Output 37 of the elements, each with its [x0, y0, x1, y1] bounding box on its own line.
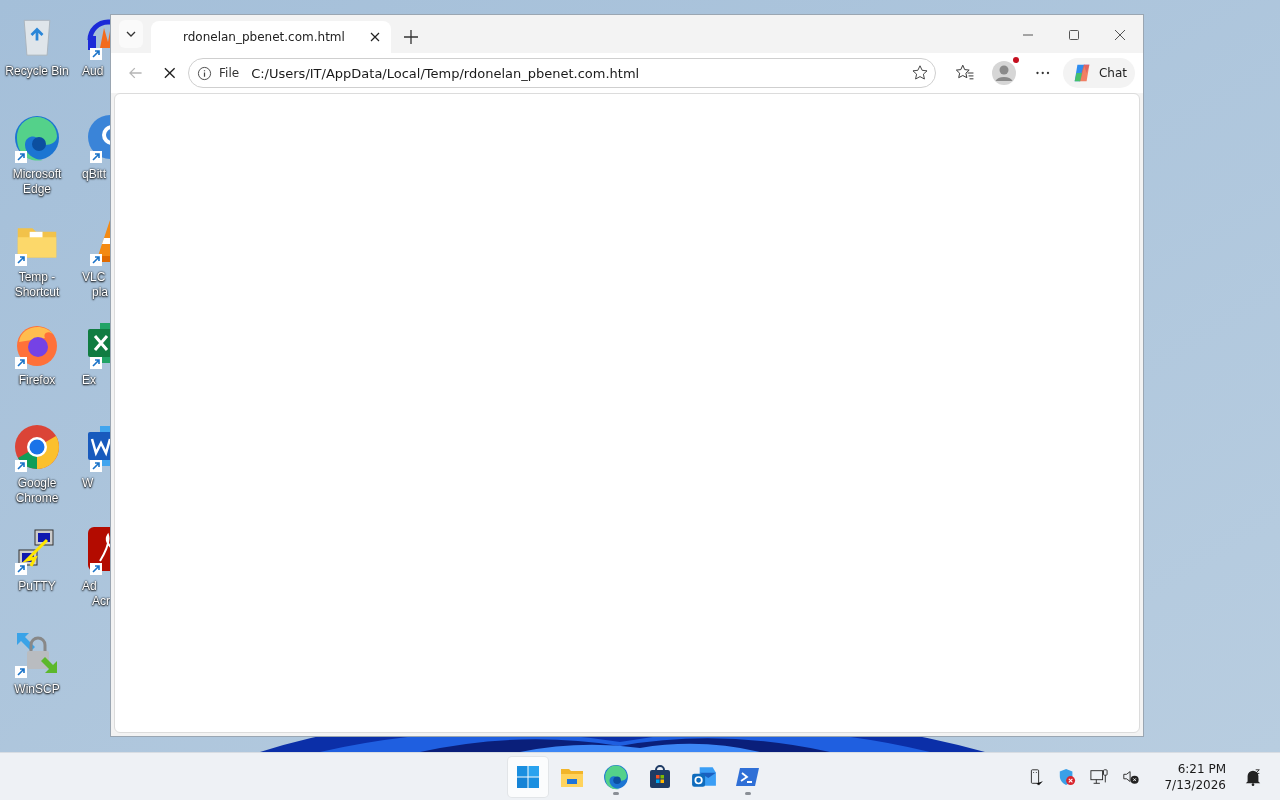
running-indicator	[613, 792, 619, 795]
desktop-shortcut-label[interactable]: Acr	[92, 594, 110, 609]
desktop-shortcut[interactable]: Google Chrome	[0, 422, 74, 525]
avatar-icon	[992, 61, 1017, 85]
close-icon[interactable]	[369, 31, 381, 43]
desktop-shortcut-label[interactable]: pla	[92, 285, 108, 300]
bell-icon[interactable]	[1244, 767, 1262, 786]
desktop-shortcut[interactable]: Microsoft Edge	[0, 113, 74, 216]
info-icon[interactable]	[197, 65, 213, 81]
clock[interactable]: 6:21 PM 7/13/2026	[1164, 760, 1226, 793]
desktop-shortcut[interactable]: WinSCP	[0, 628, 74, 731]
shield-warning-icon[interactable]	[1058, 767, 1077, 786]
desktop-shortcut[interactable]: Firefox	[0, 319, 74, 422]
terminal-icon[interactable]	[736, 765, 760, 789]
close-icon[interactable]	[1114, 29, 1126, 41]
edge-icon	[13, 114, 61, 162]
network-icon[interactable]	[1090, 767, 1109, 786]
mail-icon[interactable]	[691, 764, 717, 790]
desktop-shortcut[interactable]: Recycle Bin	[0, 10, 74, 113]
desktop-shortcut-label[interactable]: VLC	[82, 270, 106, 285]
maximize-icon[interactable]	[1068, 29, 1080, 41]
running-indicator	[745, 792, 751, 795]
new-tab-icon[interactable]	[403, 29, 419, 45]
start-icon[interactable]	[516, 765, 540, 789]
desktop-shortcut-label[interactable]: Ad	[82, 579, 97, 594]
star-icon[interactable]	[911, 64, 930, 82]
desktop-shortcut-label[interactable]: Ex	[82, 373, 96, 388]
browser-tab[interactable]: rdonelan_pbenet.com.html	[151, 21, 391, 53]
desktop-shortcut[interactable]: PuTTY	[0, 525, 74, 628]
edge-icon[interactable]	[603, 764, 629, 790]
desktop-shortcut-label[interactable]: W	[82, 476, 94, 491]
desktop-shortcut[interactable]: Temp - Shortcut	[0, 216, 74, 319]
chat-button[interactable]: Chat	[1062, 58, 1135, 88]
chrome-icon	[13, 423, 61, 471]
desktop-shortcut-label[interactable]: Aud	[82, 64, 104, 79]
store-bag-icon[interactable]	[648, 765, 672, 789]
desktop-shortcut-label[interactable]: qBitt	[82, 167, 106, 182]
